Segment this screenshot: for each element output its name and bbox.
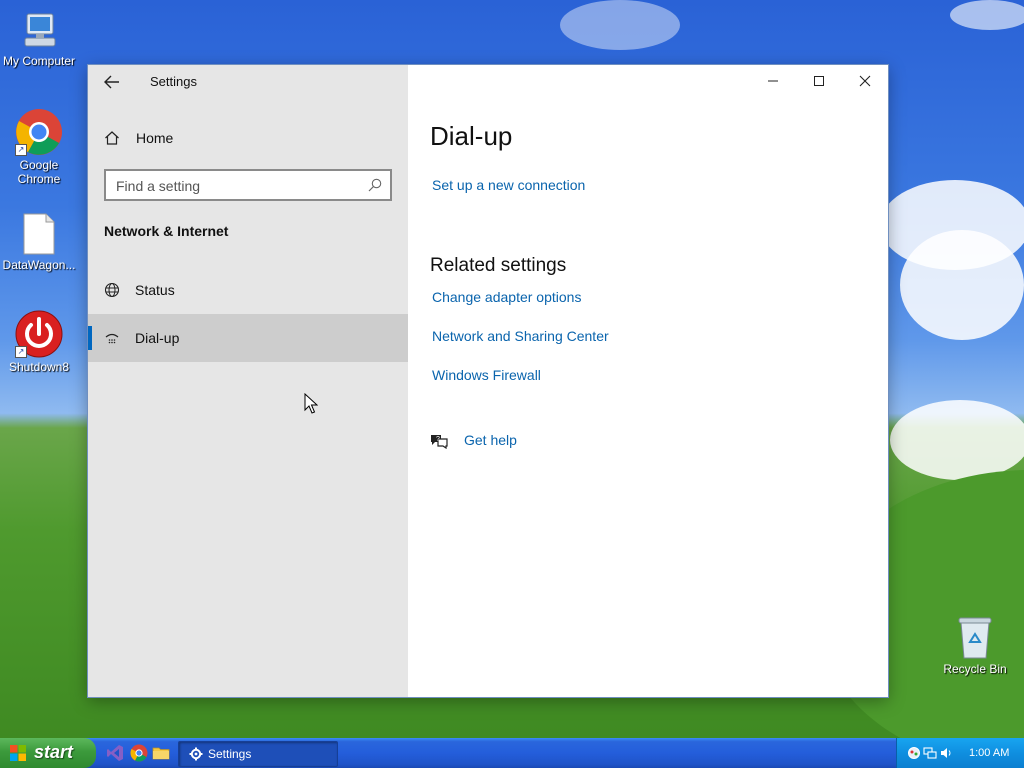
desktop-icon-my-computer[interactable]: My Computer <box>0 10 78 68</box>
back-arrow-icon <box>104 75 119 89</box>
close-button[interactable] <box>842 65 888 97</box>
tray-app-icon[interactable] <box>907 746 921 760</box>
start-button[interactable]: start <box>0 738 96 768</box>
network-sharing-center-link[interactable]: Network and Sharing Center <box>432 328 609 344</box>
recycle-bin-icon <box>955 614 995 660</box>
start-label: start <box>34 742 74 762</box>
cloud <box>890 400 1024 480</box>
volume-icon[interactable] <box>939 746 953 760</box>
settings-sidebar: Settings Home Network & Internet <box>88 65 408 697</box>
minimize-button[interactable] <box>750 65 796 97</box>
desktop-icon-label: DataWagon... <box>2 258 76 272</box>
help-chat-icon: ? <box>431 435 448 449</box>
visual-studio-icon[interactable] <box>106 744 124 762</box>
maximize-button[interactable] <box>796 65 842 97</box>
section-heading: Network & Internet <box>104 223 229 239</box>
desktop-icon-google-chrome[interactable]: ↗ Google Chrome <box>0 108 78 186</box>
desktop-icon-label: Shutdown8 <box>8 360 70 374</box>
folder-icon[interactable] <box>152 744 170 762</box>
search-icon <box>368 178 382 192</box>
nav-home-label: Home <box>136 130 174 146</box>
search-box[interactable] <box>104 169 392 201</box>
setup-connection-link[interactable]: Set up a new connection <box>432 177 585 193</box>
desktop-icon-label: Google Chrome <box>17 158 61 186</box>
change-adapter-options-link[interactable]: Change adapter options <box>432 289 581 305</box>
globe-icon <box>104 282 120 298</box>
page-title: Dial-up <box>430 121 513 151</box>
maximize-icon <box>814 76 824 86</box>
desktop-icon-recycle-bin[interactable]: Recycle Bin <box>936 614 1014 676</box>
file-icon <box>22 212 56 256</box>
mouse-cursor-icon <box>304 393 318 414</box>
svg-text:?: ? <box>436 436 440 443</box>
power-icon: ↗ <box>15 310 63 358</box>
search-input[interactable] <box>114 175 368 197</box>
gear-icon <box>189 747 203 761</box>
desktop-icon-datawagon[interactable]: DataWagon... <box>0 212 78 272</box>
nav-item-status[interactable]: Status <box>88 266 408 314</box>
back-button[interactable] <box>96 69 128 95</box>
windows-flag-icon <box>10 745 26 761</box>
system-tray: 1:00 AM <box>896 738 1024 768</box>
settings-window: Settings Home Network & Internet <box>88 65 888 697</box>
chrome-icon[interactable] <box>130 744 148 762</box>
related-settings-heading: Related settings <box>430 255 567 276</box>
close-icon <box>859 75 871 87</box>
dialup-icon <box>105 333 119 344</box>
windows-firewall-link[interactable]: Windows Firewall <box>432 367 541 383</box>
minimize-icon <box>768 80 778 82</box>
cloud <box>950 0 1024 30</box>
desktop: My Computer ↗ Google Chrome DataWagon... <box>0 0 1024 738</box>
cloud <box>560 0 680 50</box>
nav-item-label: Dial-up <box>135 330 180 346</box>
cloud <box>900 230 1024 340</box>
app-title: Settings <box>150 74 197 89</box>
computer-icon <box>19 10 59 52</box>
taskbar-button-settings[interactable]: Settings <box>178 741 338 767</box>
shortcut-arrow-icon: ↗ <box>15 144 27 156</box>
shortcut-arrow-icon: ↗ <box>15 346 27 358</box>
nav-home[interactable]: Home <box>88 121 408 155</box>
network-icon[interactable] <box>923 746 937 760</box>
taskbar: start Settings 1:00 AM <box>0 738 1024 768</box>
nav-item-dial-up[interactable]: Dial-up <box>88 314 408 362</box>
desktop-icon-label: Recycle Bin <box>943 662 1007 676</box>
desktop-icon-shutdown8[interactable]: ↗ Shutdown8 <box>0 310 78 374</box>
chrome-icon: ↗ <box>15 108 63 156</box>
get-help-link[interactable]: Get help <box>464 432 517 448</box>
settings-main: Dial-up Set up a new connection Related … <box>408 65 888 697</box>
nav-item-label: Status <box>135 282 175 298</box>
clock: 1:00 AM <box>969 747 1010 759</box>
home-icon <box>105 131 119 145</box>
taskbar-button-label: Settings <box>208 747 252 761</box>
desktop-icon-label: My Computer <box>2 54 76 68</box>
